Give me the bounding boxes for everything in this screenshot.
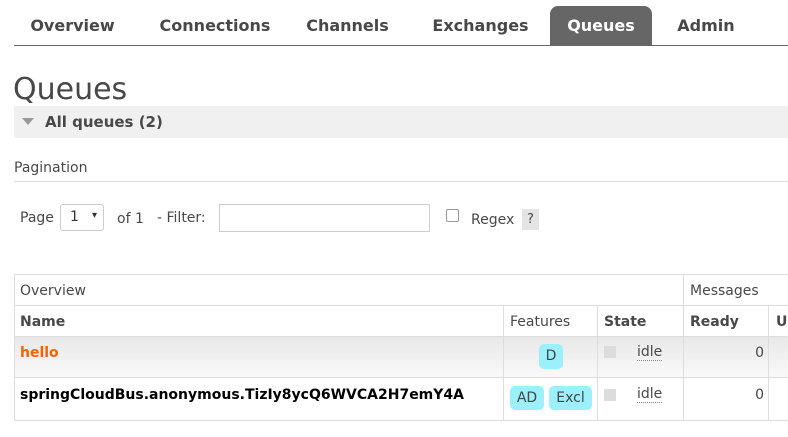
page-select-value: 1 <box>70 209 79 225</box>
col-header-name[interactable]: Name <box>20 314 65 330</box>
filter-label: - Filter: <box>157 210 206 226</box>
collapse-triangle-icon[interactable] <box>22 118 34 125</box>
ready-count: 0 <box>755 345 764 361</box>
queue-state[interactable]: idle <box>637 387 663 403</box>
tab-channels[interactable]: Channels <box>297 6 398 45</box>
page-label: Page <box>20 210 54 226</box>
queue-name-link[interactable]: springCloudBus.anonymous.TizIy8ycQ6WVCA2… <box>20 387 464 403</box>
feature-badge-exclusive[interactable]: Excl <box>549 386 592 410</box>
page-count-label: of 1 <box>117 211 144 227</box>
all-queues-section-header[interactable]: All queues (2) <box>14 106 788 138</box>
regex-label: Regex <box>471 212 515 228</box>
state-indicator-icon <box>604 346 616 358</box>
queue-state[interactable]: idle <box>637 345 663 361</box>
table-border <box>14 420 788 421</box>
filter-input[interactable] <box>219 204 430 232</box>
regex-checkbox[interactable] <box>446 209 459 222</box>
col-header-unacked[interactable]: U <box>776 314 787 330</box>
feature-badge-auto-delete[interactable]: AD <box>510 386 544 410</box>
table-border <box>597 305 598 421</box>
col-header-state[interactable]: State <box>604 314 646 330</box>
page-select[interactable]: 1 ▾ <box>60 204 104 231</box>
regex-help-button[interactable]: ? <box>522 209 539 230</box>
table-border <box>14 377 788 378</box>
col-header-ready[interactable]: Ready <box>690 314 739 330</box>
table-border <box>14 305 788 306</box>
tab-overview[interactable]: Overview <box>14 6 131 45</box>
page-title: Queues <box>13 72 128 107</box>
pagination-heading: Pagination <box>14 160 88 176</box>
main-nav: Overview Connections Channels Exchanges … <box>14 6 788 46</box>
tab-connections[interactable]: Connections <box>147 6 283 45</box>
pagination-divider <box>14 181 788 182</box>
table-border <box>14 274 788 275</box>
table-border <box>683 274 684 421</box>
ready-count: 0 <box>755 387 764 403</box>
table-border <box>768 305 769 421</box>
tab-admin[interactable]: Admin <box>663 6 749 45</box>
chevron-down-icon: ▾ <box>91 210 97 221</box>
feature-badge-durable[interactable]: D <box>539 344 563 369</box>
queue-name-link[interactable]: hello <box>20 345 59 361</box>
table-border <box>14 274 15 421</box>
tab-exchanges[interactable]: Exchanges <box>419 6 542 45</box>
tab-queues[interactable]: Queues <box>550 6 652 45</box>
table-border <box>14 336 788 337</box>
group-header-overview: Overview <box>20 283 86 299</box>
state-indicator-icon <box>604 389 616 401</box>
section-label: All queues (2) <box>45 113 163 131</box>
table-border <box>503 305 504 421</box>
col-header-features: Features <box>510 314 571 330</box>
table-row <box>14 337 788 377</box>
group-header-messages: Messages <box>690 283 759 299</box>
